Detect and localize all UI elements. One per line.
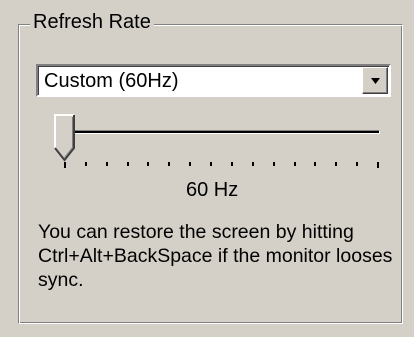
groupbox-title: Refresh Rate — [30, 10, 154, 34]
slider-tick — [106, 162, 108, 166]
slider-tick — [273, 162, 275, 166]
slider-tick — [294, 162, 296, 166]
combobox-dropdown-button[interactable] — [362, 67, 388, 94]
combobox-selected-value: Custom (60Hz) — [44, 70, 179, 92]
slider-tick — [252, 162, 254, 166]
slider-thumb[interactable] — [54, 114, 76, 164]
slider-tick — [377, 162, 379, 168]
slider-tick — [314, 162, 316, 166]
slider-tick — [85, 162, 87, 166]
refresh-rate-value: 60 Hz — [186, 179, 239, 201]
slider-tick — [127, 162, 129, 166]
slider-tick — [231, 162, 233, 166]
slider-tick — [147, 162, 149, 166]
help-text: You can restore the screen by hitting Ct… — [38, 221, 393, 291]
slider-tick — [335, 162, 337, 166]
slider-tick — [356, 162, 358, 166]
chevron-down-icon — [371, 78, 380, 84]
slider-tick — [168, 162, 170, 166]
slider-ticks — [64, 162, 379, 168]
refresh-rate-slider[interactable] — [50, 108, 390, 178]
slider-tick — [189, 162, 191, 166]
refresh-rate-combobox[interactable]: Custom (60Hz) — [36, 64, 391, 97]
slider-tick — [210, 162, 212, 166]
